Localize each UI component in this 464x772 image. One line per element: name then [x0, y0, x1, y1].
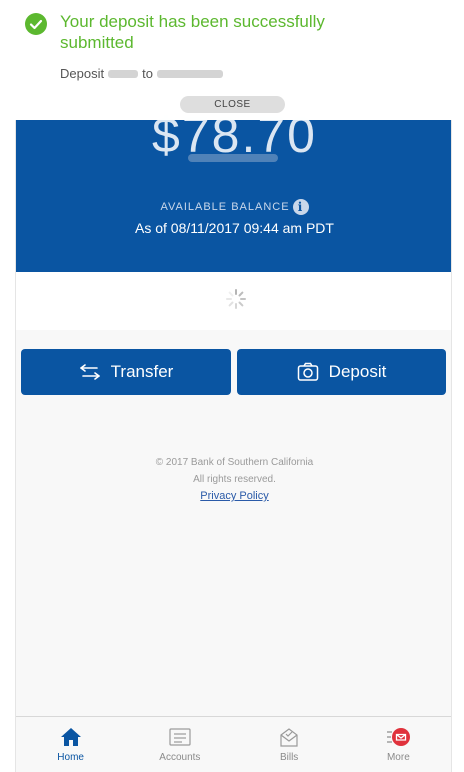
- available-balance-text: AVAILABLE BALANCE: [160, 200, 290, 213]
- tab-home[interactable]: Home: [16, 717, 125, 772]
- tab-more-label: More: [386, 752, 410, 763]
- tab-accounts-label: Accounts: [159, 752, 201, 763]
- toast-detail: Deposit to: [60, 66, 223, 81]
- tab-bar: Home Accounts Bills More: [16, 716, 451, 772]
- accounts-icon: [169, 728, 191, 746]
- destination-redacted: [156, 69, 223, 78]
- toast-detail-to: to: [142, 66, 153, 81]
- copyright-text: © 2017 Bank of Southern California: [155, 457, 314, 468]
- deposit-success-toast: Your deposit has been successfully submi…: [15, 0, 452, 120]
- balance-card: $78.70 AVAILABLE BALANCE i As of 08/11/20…: [16, 107, 451, 272]
- home-icon: [60, 728, 81, 746]
- actions-section: Transfer Deposit © 2017 Bank of Southern…: [16, 330, 451, 750]
- transfer-label: Transfer: [110, 362, 174, 381]
- deposit-label: Deposit: [328, 362, 387, 381]
- tab-accounts[interactable]: Accounts: [125, 717, 234, 772]
- account-number-redacted: [108, 69, 139, 78]
- tab-home-label: Home: [57, 752, 84, 763]
- footer: © 2017 Bank of Southern California All r…: [16, 454, 451, 505]
- bills-icon: [280, 728, 298, 747]
- account-name-redacted: [188, 154, 278, 162]
- loading-area: [16, 272, 451, 330]
- tab-bills-label: Bills: [279, 752, 299, 763]
- rights-text: All rights reserved.: [193, 474, 276, 485]
- info-icon[interactable]: i: [292, 199, 309, 215]
- balance-timestamp: As of 08/11/2017 09:44 am PDT: [135, 220, 334, 236]
- deposit-button[interactable]: Deposit: [237, 349, 446, 395]
- available-balance-label: AVAILABLE BALANCE i: [16, 199, 451, 215]
- tab-bills[interactable]: Bills: [235, 717, 344, 772]
- transfer-button[interactable]: Transfer: [21, 349, 231, 395]
- toast-message: Your deposit has been successfully submi…: [60, 12, 325, 52]
- privacy-policy-link[interactable]: Privacy Policy: [16, 488, 451, 505]
- success-check-icon: [25, 13, 47, 35]
- more-icon: [387, 728, 411, 746]
- close-button[interactable]: CLOSE: [180, 96, 285, 113]
- transfer-arrows-icon: [79, 364, 100, 380]
- loading-spinner-icon: [226, 289, 246, 309]
- toast-detail-prefix: Deposit: [60, 66, 105, 81]
- camera-icon: [297, 362, 318, 381]
- tab-more[interactable]: More: [344, 717, 451, 772]
